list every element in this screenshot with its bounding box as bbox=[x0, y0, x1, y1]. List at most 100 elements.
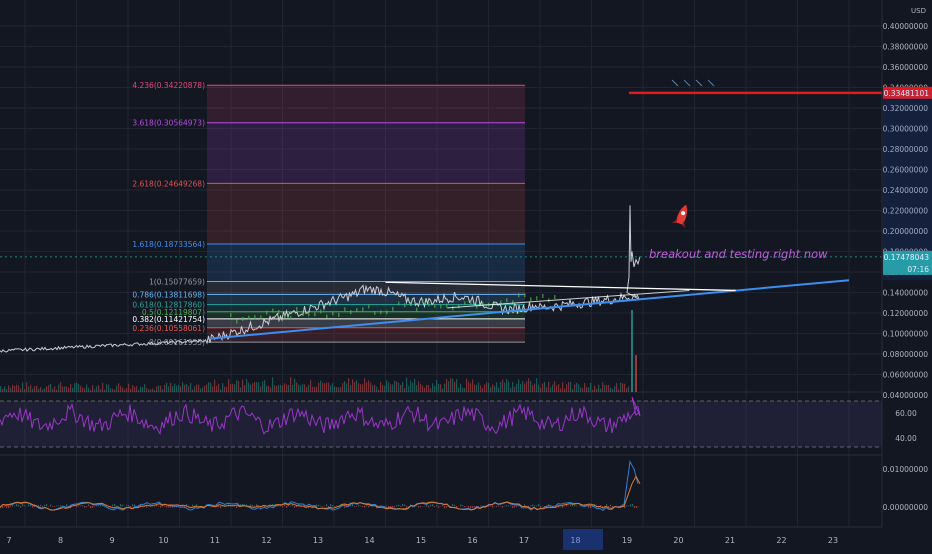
candle-mark bbox=[242, 317, 244, 321]
time-tick-label: 10 bbox=[158, 536, 168, 545]
volume-bar bbox=[422, 386, 423, 392]
macd-histogram-bar bbox=[10, 506, 11, 507]
macd-histogram-bar bbox=[82, 505, 83, 506]
fib-level-label: 3.618(0.30564973) bbox=[132, 119, 205, 128]
volume-bar bbox=[612, 389, 613, 392]
candle-mark bbox=[518, 293, 520, 297]
candle-mark bbox=[380, 310, 382, 314]
volume-bar bbox=[584, 383, 585, 392]
volume-bar bbox=[380, 382, 381, 392]
volume-bar bbox=[146, 388, 147, 392]
volume-bar bbox=[202, 387, 203, 392]
volume-bar bbox=[206, 385, 207, 392]
macd-histogram-bar bbox=[530, 506, 531, 507]
macd-histogram-bar bbox=[576, 506, 577, 507]
volume-bar bbox=[114, 389, 115, 392]
volume-bar bbox=[432, 383, 433, 392]
macd-histogram-bar bbox=[588, 506, 589, 508]
time-tick-label: 13 bbox=[313, 536, 323, 545]
volume-bar bbox=[398, 383, 399, 392]
volume-bar bbox=[408, 386, 409, 392]
volume-bar bbox=[270, 387, 271, 392]
macd-histogram-bar bbox=[56, 506, 57, 507]
volume-bar bbox=[84, 388, 85, 392]
candle-mark bbox=[410, 302, 412, 306]
fib-level-label: 1(0.15077659) bbox=[149, 277, 205, 286]
macd-histogram-bar bbox=[636, 506, 637, 508]
macd-histogram-bar bbox=[60, 505, 61, 506]
candle-mark bbox=[386, 310, 388, 314]
volume-bar bbox=[388, 382, 389, 392]
volume-bar bbox=[328, 382, 329, 392]
volume-bar bbox=[460, 384, 461, 392]
candle-mark bbox=[344, 307, 346, 311]
fib-zone bbox=[207, 85, 525, 122]
volume-bar bbox=[490, 387, 491, 392]
volume-bar bbox=[308, 385, 309, 392]
volume-bar bbox=[462, 388, 463, 392]
volume-bar bbox=[2, 389, 3, 392]
macd-histogram-bar bbox=[464, 506, 465, 507]
volume-bar bbox=[30, 385, 31, 392]
volume-bar bbox=[504, 382, 505, 392]
macd-histogram-bar bbox=[28, 505, 29, 507]
axis-range-highlight bbox=[883, 90, 932, 281]
volume-bar bbox=[492, 384, 493, 392]
candle-mark bbox=[332, 311, 334, 315]
candle-mark bbox=[554, 295, 556, 299]
macd-histogram-bar bbox=[146, 506, 147, 508]
volume-bar bbox=[564, 389, 565, 392]
volume-bar bbox=[414, 379, 415, 392]
macd-histogram-bar bbox=[170, 506, 171, 508]
fib-level-label: 2.618(0.24649268) bbox=[132, 179, 205, 188]
volume-bar bbox=[466, 379, 467, 392]
volume-bar bbox=[262, 381, 263, 392]
volume-bar bbox=[604, 385, 605, 392]
fib-zone bbox=[207, 319, 525, 328]
price-chart[interactable]: 4.236(0.34220878)3.618(0.30564973)2.618(… bbox=[0, 0, 932, 550]
macd-histogram-bar bbox=[398, 505, 399, 507]
volume-bar bbox=[230, 384, 231, 392]
rsi-tick-label: 40.00 bbox=[895, 434, 917, 443]
volume-bar bbox=[192, 390, 193, 392]
volume-bar bbox=[518, 379, 519, 392]
volume-bar bbox=[318, 383, 319, 392]
volume-bar bbox=[118, 383, 119, 392]
macd-histogram-bar bbox=[6, 506, 7, 508]
volume-bar bbox=[548, 382, 549, 392]
macd-histogram-bar bbox=[508, 506, 509, 507]
volume-bar bbox=[34, 386, 35, 392]
volume-bar bbox=[402, 382, 403, 392]
volume-bar bbox=[170, 383, 171, 392]
currency-label: USD bbox=[911, 7, 926, 15]
candle-mark bbox=[464, 301, 466, 305]
macd-histogram-bar bbox=[442, 505, 443, 506]
macd-histogram-bar bbox=[542, 506, 543, 507]
volume-bar bbox=[226, 387, 227, 392]
macd-histogram-bar bbox=[540, 506, 541, 508]
macd-histogram-bar bbox=[632, 504, 633, 506]
volume-bar bbox=[32, 389, 33, 392]
volume-bar bbox=[506, 379, 507, 392]
volume-bar bbox=[456, 379, 457, 392]
volume-bar bbox=[538, 385, 539, 392]
volume-bar bbox=[440, 384, 441, 392]
macd-histogram-bar bbox=[192, 505, 193, 507]
candle-mark bbox=[356, 308, 358, 312]
volume-bar bbox=[530, 381, 531, 392]
volume-bar bbox=[522, 381, 523, 392]
volume-bar bbox=[276, 386, 277, 392]
volume-bar bbox=[292, 385, 293, 392]
volume-bar bbox=[336, 387, 337, 392]
macd-histogram-bar bbox=[284, 504, 285, 506]
macd-histogram-bar bbox=[76, 506, 77, 507]
volume-bar bbox=[614, 386, 615, 392]
volume-bar bbox=[552, 385, 553, 392]
macd-histogram-bar bbox=[344, 506, 345, 508]
volume-bar bbox=[600, 389, 601, 392]
tradingview-chart[interactable]: 4.236(0.34220878)3.618(0.30564973)2.618(… bbox=[0, 0, 932, 550]
macd-histogram-bar bbox=[510, 505, 511, 506]
macd-histogram-bar bbox=[492, 506, 493, 507]
fibonacci-extension[interactable]: 4.236(0.34220878)3.618(0.30564973)2.618(… bbox=[132, 81, 525, 347]
volume-bar bbox=[360, 384, 361, 392]
